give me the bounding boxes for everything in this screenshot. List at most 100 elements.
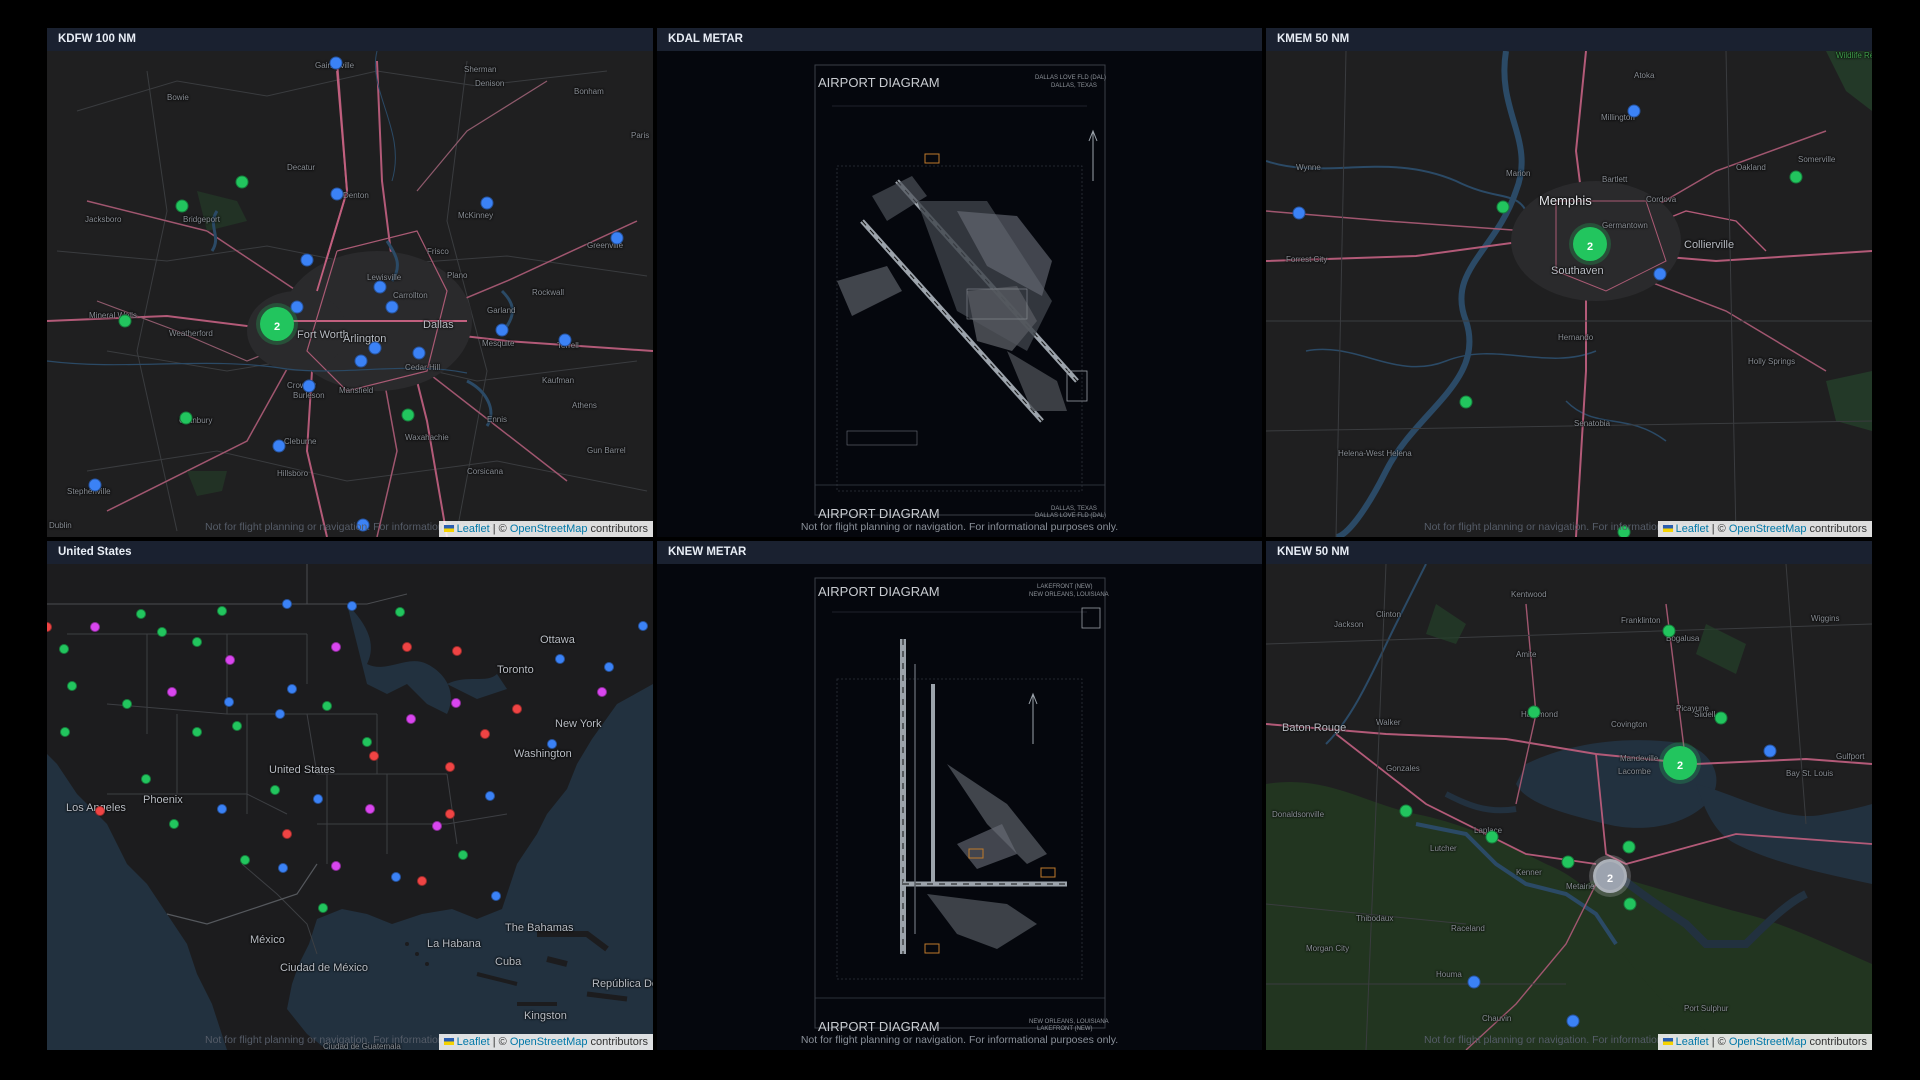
station-marker-lifr[interactable] — [331, 642, 341, 652]
leaflet-link[interactable]: Leaflet — [1676, 1036, 1709, 1048]
station-marker-lifr[interactable] — [225, 655, 235, 665]
station-marker-mvfr[interactable] — [558, 333, 572, 347]
station-marker-mvfr[interactable] — [313, 794, 323, 804]
station-marker-vfr[interactable] — [401, 408, 415, 422]
station-marker-vfr[interactable] — [395, 607, 405, 617]
station-marker-mvfr[interactable] — [391, 872, 401, 882]
airport-diagram-knew[interactable]: AIRPORT DIAGRAM LAKEFRONT (NEW) NEW ORLE… — [657, 564, 1262, 1050]
station-marker-lifr[interactable] — [406, 714, 416, 724]
station-marker-mvfr[interactable] — [412, 346, 426, 360]
station-marker-vfr[interactable] — [1485, 830, 1499, 844]
station-marker-vfr[interactable] — [1459, 395, 1473, 409]
map-united-states[interactable]: Ottawa Toronto New York Washington Unite… — [47, 564, 653, 1050]
station-marker-mvfr[interactable] — [88, 478, 102, 492]
osm-link[interactable]: OpenStreetMap — [510, 523, 588, 535]
station-marker-ifr[interactable] — [445, 809, 455, 819]
station-marker-lifr[interactable] — [432, 821, 442, 831]
station-marker-vfr[interactable] — [179, 411, 193, 425]
station-marker-lifr[interactable] — [90, 622, 100, 632]
station-marker-vfr[interactable] — [362, 737, 372, 747]
station-marker-vfr[interactable] — [1662, 624, 1676, 638]
station-marker-vfr[interactable] — [122, 699, 132, 709]
station-marker-vfr[interactable] — [1789, 170, 1803, 184]
station-marker-mvfr[interactable] — [368, 341, 382, 355]
station-marker-mvfr[interactable] — [329, 56, 343, 70]
airport-diagram-kdal[interactable]: AIRPORT DIAGRAM DALLAS LOVE FLD (DAL) DA… — [657, 51, 1262, 537]
leaflet-link[interactable]: Leaflet — [1676, 523, 1709, 535]
station-marker-lifr[interactable] — [597, 687, 607, 697]
map-kmem[interactable]: Atoka Millington Wynne Marion Memphis Ba… — [1266, 51, 1872, 537]
map-kdfw[interactable]: Gainesville Sherman Denison Bonham Paris… — [47, 51, 653, 537]
station-marker-lifr[interactable] — [365, 804, 375, 814]
station-marker-vfr[interactable] — [1561, 855, 1575, 869]
station-marker-mvfr[interactable] — [485, 791, 495, 801]
station-marker-mvfr[interactable] — [278, 863, 288, 873]
station-marker-mvfr[interactable] — [272, 439, 286, 453]
station-marker-vfr[interactable] — [59, 644, 69, 654]
station-marker-lifr[interactable] — [451, 698, 461, 708]
station-marker-mvfr[interactable] — [275, 709, 285, 719]
station-marker-vfr[interactable] — [1527, 705, 1541, 719]
station-marker-mvfr[interactable] — [217, 804, 227, 814]
station-marker-vfr[interactable] — [169, 819, 179, 829]
station-marker-vfr[interactable] — [1496, 200, 1510, 214]
station-marker-mvfr[interactable] — [604, 662, 614, 672]
station-marker-mvfr[interactable] — [290, 300, 304, 314]
station-marker-vfr[interactable] — [318, 903, 328, 913]
station-marker-mvfr[interactable] — [491, 891, 501, 901]
station-marker-vfr[interactable] — [217, 606, 227, 616]
station-marker-mvfr[interactable] — [1627, 104, 1641, 118]
station-marker-vfr[interactable] — [141, 774, 151, 784]
station-marker-vfr[interactable] — [235, 175, 249, 189]
station-marker-vfr[interactable] — [118, 314, 132, 328]
station-marker-mvfr[interactable] — [1763, 744, 1777, 758]
station-marker-ifr[interactable] — [480, 729, 490, 739]
station-marker-mvfr[interactable] — [495, 323, 509, 337]
station-marker-mvfr[interactable] — [1653, 267, 1667, 281]
station-marker-vfr[interactable] — [1623, 897, 1637, 911]
station-marker-vfr[interactable] — [1399, 804, 1413, 818]
station-marker-vfr[interactable] — [1622, 840, 1636, 854]
station-marker-ifr[interactable] — [95, 806, 105, 816]
station-marker-mvfr[interactable] — [638, 621, 648, 631]
station-marker-ifr[interactable] — [369, 751, 379, 761]
station-marker-mvfr[interactable] — [1566, 1014, 1580, 1028]
station-marker-vfr[interactable] — [192, 727, 202, 737]
station-cluster-unknown[interactable]: 2 — [1593, 859, 1627, 893]
station-marker-mvfr[interactable] — [347, 601, 357, 611]
station-marker-vfr[interactable] — [232, 721, 242, 731]
station-cluster[interactable]: 2 — [1573, 227, 1607, 261]
station-marker-vfr[interactable] — [458, 850, 468, 860]
station-marker-mvfr[interactable] — [373, 280, 387, 294]
station-marker-ifr[interactable] — [512, 704, 522, 714]
station-marker-mvfr[interactable] — [610, 231, 624, 245]
station-marker-lifr[interactable] — [167, 687, 177, 697]
station-marker-vfr[interactable] — [322, 701, 332, 711]
station-marker-ifr[interactable] — [417, 876, 427, 886]
station-marker-mvfr[interactable] — [354, 354, 368, 368]
station-marker-mvfr[interactable] — [1292, 206, 1306, 220]
station-marker-lifr[interactable] — [331, 861, 341, 871]
osm-link[interactable]: OpenStreetMap — [510, 1036, 588, 1048]
station-marker-mvfr[interactable] — [547, 739, 557, 749]
station-marker-mvfr[interactable] — [300, 253, 314, 267]
station-marker-vfr[interactable] — [136, 609, 146, 619]
station-marker-vfr[interactable] — [175, 199, 189, 213]
station-marker-mvfr[interactable] — [282, 599, 292, 609]
station-marker-mvfr[interactable] — [224, 697, 234, 707]
leaflet-link[interactable]: Leaflet — [457, 523, 490, 535]
station-marker-ifr[interactable] — [452, 646, 462, 656]
station-cluster[interactable]: 2 — [260, 307, 294, 341]
station-marker-vfr[interactable] — [67, 681, 77, 691]
map-knew[interactable]: Kentwood Franklinton Clinton Jackson Ami… — [1266, 564, 1872, 1050]
leaflet-link[interactable]: Leaflet — [457, 1036, 490, 1048]
station-marker-ifr[interactable] — [402, 642, 412, 652]
station-marker-mvfr[interactable] — [555, 654, 565, 664]
station-marker-mvfr[interactable] — [330, 187, 344, 201]
station-marker-vfr[interactable] — [60, 727, 70, 737]
station-marker-mvfr[interactable] — [385, 300, 399, 314]
osm-link[interactable]: OpenStreetMap — [1729, 523, 1807, 535]
station-marker-vfr[interactable] — [192, 637, 202, 647]
station-marker-vfr[interactable] — [270, 785, 280, 795]
station-cluster[interactable]: 2 — [1663, 746, 1697, 780]
